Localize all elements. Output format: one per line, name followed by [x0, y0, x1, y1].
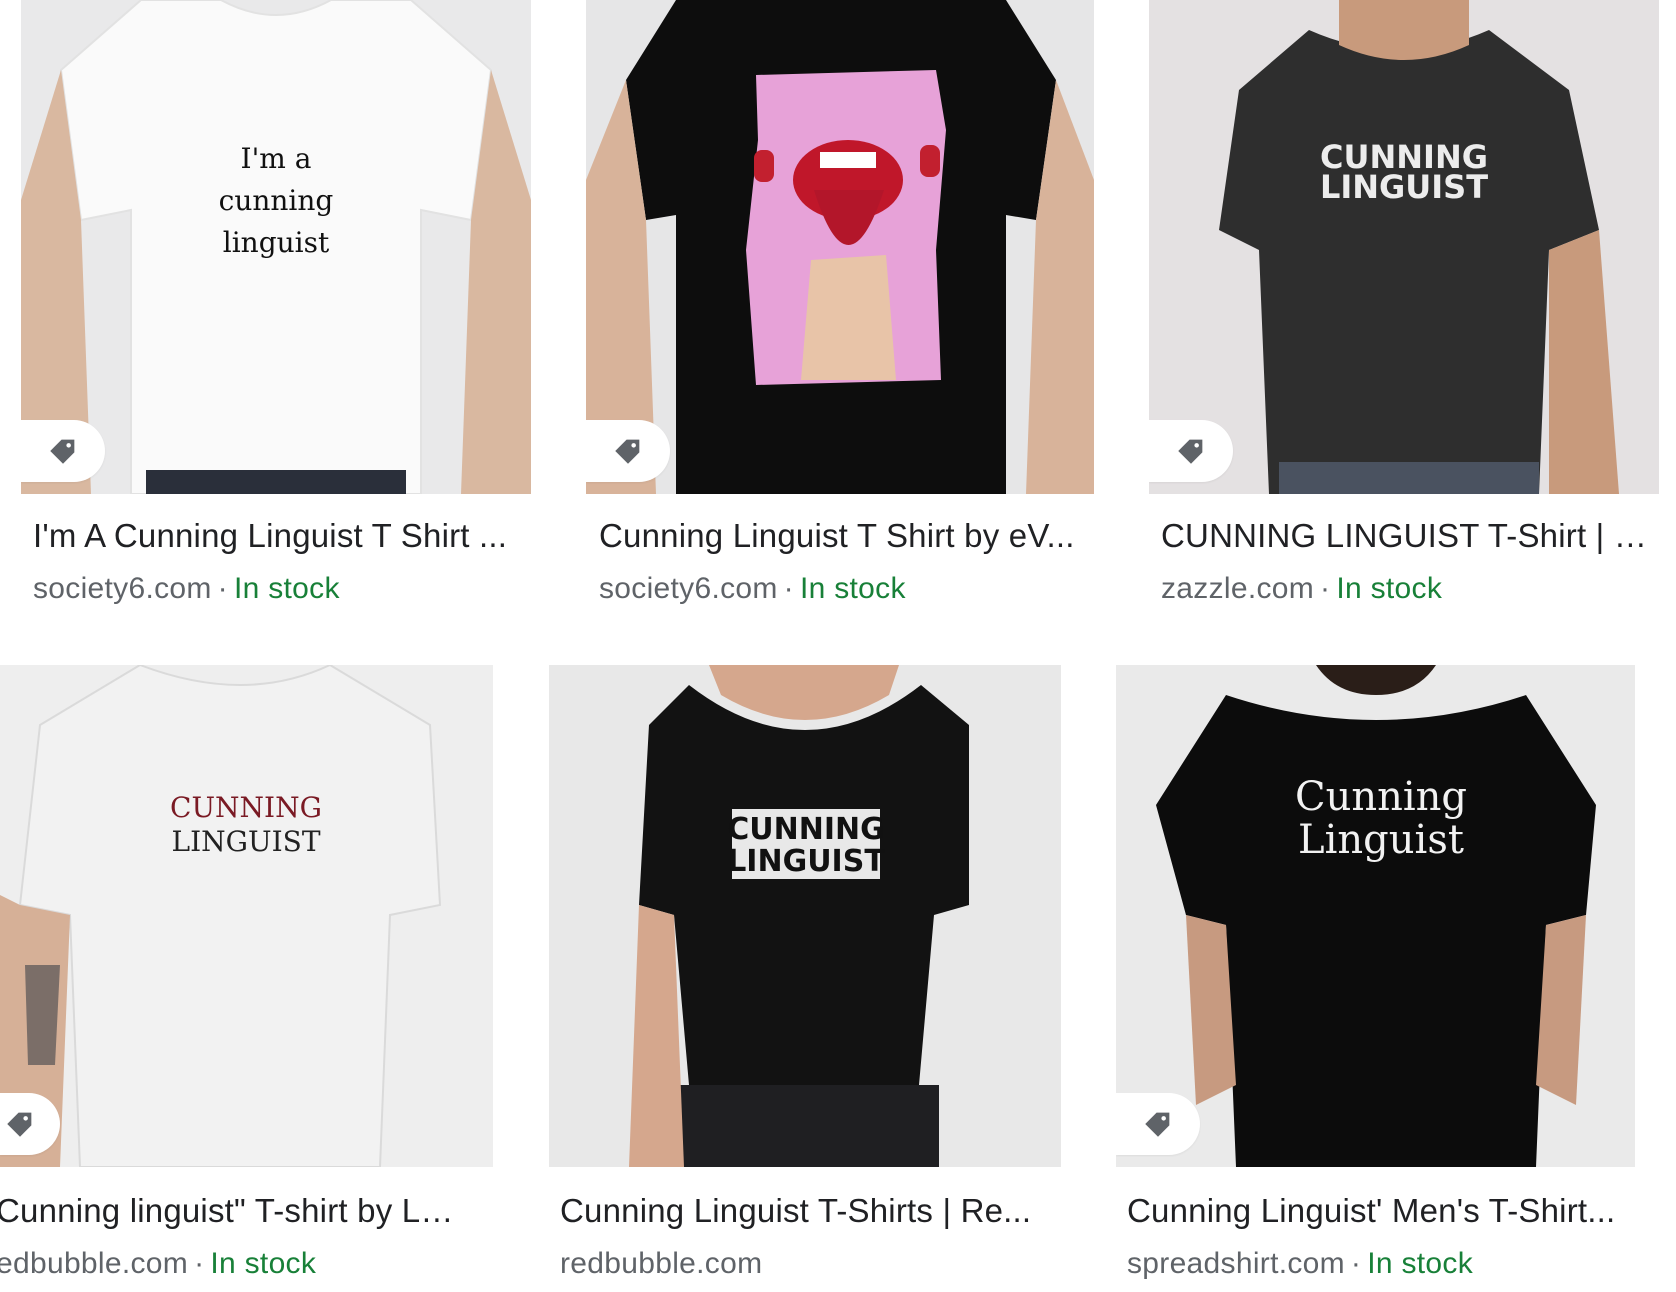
product-thumbnail[interactable]: I'm a cunning linguist: [21, 0, 531, 494]
dark-tshirt-image: CUNNING LINGUIST: [1149, 0, 1659, 494]
shirt-print-line: linguist: [223, 226, 330, 259]
price-tag-icon: [7, 1112, 32, 1137]
price-tag-badge[interactable]: [586, 420, 670, 482]
result-source: edbubble.com: [0, 1247, 189, 1280]
result-card[interactable]: CUNNING LINGUIST Cunning Linguist T-Shir…: [540, 665, 1080, 1292]
result-title[interactable]: Cunning Linguist T Shirt by eV...: [599, 517, 1089, 555]
result-meta: zazzle.com · In stock: [1161, 572, 1442, 606]
black-womens-tshirt-image: CUNNING LINGUIST: [549, 665, 1061, 1167]
shirt-print-line: LINGUIST: [1320, 168, 1488, 206]
result-title[interactable]: Cunning linguist" T-shirt by Ln...: [0, 1192, 466, 1230]
separator: ·: [1320, 572, 1331, 605]
shirt-print-line: cunning: [219, 184, 334, 217]
shirt-print-line: CUNNING: [170, 791, 322, 824]
shirt-print-line: Linguist: [1298, 817, 1464, 863]
result-card[interactable]: CUNNING LINGUIST CUNNING LINGUIST T-Shir…: [1130, 0, 1676, 620]
stock-status: In stock: [210, 1247, 317, 1280]
result-meta: society6.com · In stock: [33, 572, 340, 606]
result-source: zazzle.com: [1161, 572, 1315, 605]
price-tag-icon: [50, 439, 75, 464]
price-tag-badge[interactable]: [1116, 1093, 1200, 1155]
separator: ·: [217, 572, 228, 605]
price-tag-badge[interactable]: [21, 420, 105, 482]
result-card[interactable]: CUNNING LINGUIST Cunning linguist" T-shi…: [0, 665, 520, 1292]
result-meta: edbubble.com · In stock: [0, 1247, 316, 1281]
result-title[interactable]: Cunning Linguist' Men's T-Shirt...: [1127, 1192, 1627, 1230]
shirt-print-line: LINGUIST: [171, 825, 320, 858]
stock-status: In stock: [1336, 572, 1443, 605]
shirt-print-line: I'm a: [241, 142, 312, 175]
separator: ·: [783, 572, 794, 605]
product-thumbnail[interactable]: [586, 0, 1094, 494]
stock-status: In stock: [1367, 1247, 1473, 1280]
result-title[interactable]: CUNNING LINGUIST T-Shirt | Z...: [1161, 517, 1651, 555]
black-tshirt-lips-image: [586, 0, 1094, 494]
result-card[interactable]: Cunning Linguist T Shirt by eV... societ…: [570, 0, 1110, 620]
price-tag-icon: [1145, 1112, 1170, 1137]
result-source: society6.com: [599, 572, 778, 605]
white-tshirt-image: I'm a cunning linguist: [21, 0, 531, 494]
shirt-print-line: Cunning: [1295, 774, 1467, 820]
result-meta: spreadshirt.com · In stock: [1127, 1247, 1473, 1281]
white-tshirt-image: CUNNING LINGUIST: [0, 665, 493, 1167]
price-tag-badge[interactable]: [0, 1093, 60, 1155]
price-tag-icon: [615, 439, 640, 464]
shirt-print-line: LINGUIST: [727, 844, 885, 879]
result-card[interactable]: Cunning Linguist Cunning Linguist' Men's…: [1100, 665, 1676, 1292]
stock-status: In stock: [799, 572, 906, 605]
product-thumbnail[interactable]: CUNNING LINGUIST: [0, 665, 493, 1167]
black-mens-tshirt-image: Cunning Linguist: [1116, 665, 1635, 1167]
result-meta: society6.com · In stock: [599, 572, 906, 606]
price-tag-icon: [1178, 439, 1203, 464]
result-title[interactable]: I'm A Cunning Linguist T Shirt ...: [33, 517, 523, 555]
product-thumbnail[interactable]: CUNNING LINGUIST: [1149, 0, 1659, 494]
product-thumbnail[interactable]: Cunning Linguist: [1116, 665, 1635, 1167]
separator: ·: [1350, 1247, 1362, 1280]
result-source: spreadshirt.com: [1127, 1247, 1345, 1280]
separator: ·: [194, 1247, 205, 1280]
price-tag-badge[interactable]: [1149, 420, 1233, 482]
product-thumbnail[interactable]: CUNNING LINGUIST: [549, 665, 1061, 1167]
result-meta: redbubble.com: [560, 1247, 762, 1281]
result-source: society6.com: [33, 572, 212, 605]
shirt-print-line: CUNNING: [727, 812, 885, 847]
stock-status: In stock: [233, 572, 340, 605]
result-card[interactable]: I'm a cunning linguist I'm A Cunning Lin…: [0, 0, 560, 620]
result-title[interactable]: Cunning Linguist T-Shirts | Re...: [560, 1192, 1050, 1230]
result-source: redbubble.com: [560, 1247, 763, 1280]
